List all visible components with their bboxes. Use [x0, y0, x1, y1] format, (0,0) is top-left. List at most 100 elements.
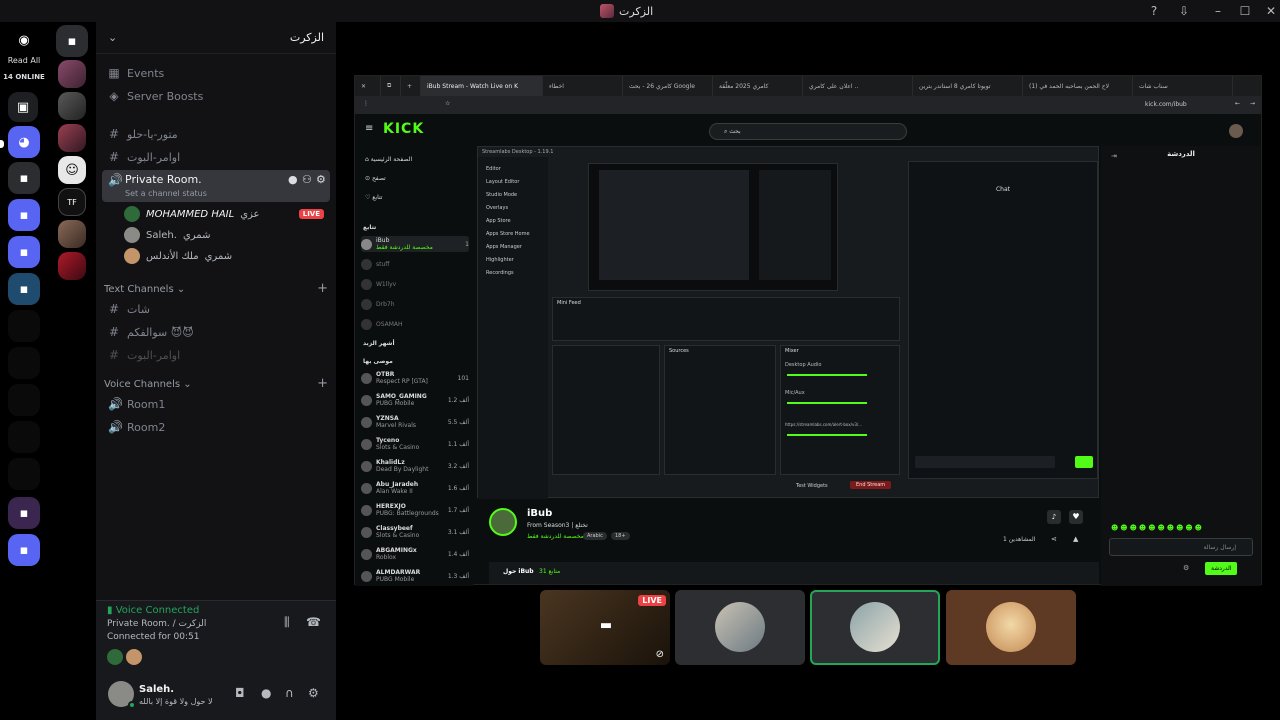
forward-icon[interactable]: → [1250, 100, 1255, 107]
heart-icon[interactable]: ♥ [1069, 510, 1083, 524]
obs-menu-item[interactable]: Overlays [486, 202, 546, 215]
obs-menu-item[interactable]: Recordings [486, 267, 546, 280]
chat-icon[interactable]: ● [288, 173, 298, 186]
hamburger-icon[interactable]: ≡ [365, 123, 373, 134]
bell-icon[interactable]: ♪ [1047, 510, 1061, 524]
featured-channel[interactable]: Tyceno Slots & Casino 1.1 ألف [361, 436, 469, 452]
screen-share-view[interactable]: ✕ ⧉ + iBub Stream - Watch Live on K اخطا… [354, 75, 1262, 586]
browser-tab[interactable]: تويوتا كامري 8 استاندر بترين [913, 76, 1023, 96]
kick-nav-browse[interactable]: ⊙ تصفح [365, 175, 465, 182]
server-folder-top[interactable]: ▪ [56, 25, 88, 57]
obs-chat-send-button[interactable] [1075, 456, 1093, 468]
server-avatar-3[interactable] [58, 124, 86, 152]
followed-channel[interactable]: stuff [361, 256, 469, 272]
collapse-chat-icon[interactable]: ⇥ [1111, 152, 1117, 160]
channel-status-placeholder[interactable]: Set a channel status [125, 189, 207, 198]
obs-menu-item[interactable]: Layout Editor [486, 176, 546, 189]
url-field[interactable]: kick.com/ibub [1145, 101, 1187, 108]
followed-channel[interactable]: W1llyv [361, 276, 469, 292]
featured-channel[interactable]: YZNSA Marvel Rivals 5.5 ألف [361, 414, 469, 430]
featured-channel[interactable]: Abu_Jaradeh Alan Wake II 1.6 ألف [361, 480, 469, 496]
invite-icon[interactable]: ⚇ [302, 173, 312, 186]
text-channels-category[interactable]: Text Channels ⌄ + [104, 282, 328, 295]
end-stream-button[interactable]: End Stream [850, 481, 892, 489]
back-icon[interactable]: ← [1235, 100, 1240, 107]
user-settings-icon[interactable]: ⚙ [308, 686, 319, 700]
headphones-icon[interactable]: ∩ [285, 686, 294, 700]
disconnect-icon[interactable]: ☎ [306, 615, 321, 629]
streamer-avatar[interactable] [489, 508, 517, 536]
followed-channel[interactable]: iBub مخصصة للدردشة فقط 1 [361, 236, 469, 252]
close-icon[interactable]: ✕ [1263, 3, 1279, 19]
obs-chat-input[interactable] [915, 456, 1055, 468]
server-avatar-2[interactable] [58, 92, 86, 120]
channel-item[interactable]: # اوامر-البوت [102, 146, 330, 168]
participant-tile[interactable] [946, 590, 1076, 665]
server-avatar-4[interactable]: ☺ [58, 156, 86, 184]
server-11[interactable]: ▪ [8, 534, 40, 566]
voice-channel-item[interactable]: 🔊 Room2 [102, 416, 330, 438]
settings-icon[interactable]: ⚙ [316, 173, 326, 186]
browser-tab[interactable]: كامري 2025 معلّقة [713, 76, 803, 96]
read-all-link[interactable]: Read All [0, 56, 48, 65]
voice-user[interactable]: Saleh. شمري [124, 225, 210, 245]
server-6[interactable] [8, 347, 40, 379]
tab-active[interactable]: iBub Stream - Watch Live on K [421, 76, 543, 96]
server-folder-4[interactable]: ▪ [8, 273, 40, 305]
kick-logo[interactable]: KICK [383, 121, 424, 137]
server-9[interactable] [8, 458, 40, 490]
chat-send-button[interactable]: الدردشة [1205, 562, 1238, 575]
emote-row[interactable]: ☻☻☻☻☻☻☻☻☻☻ [1111, 524, 1253, 532]
browser-tab[interactable]: اعلان على كامري .. [803, 76, 913, 96]
featured-channel[interactable]: OTBR Respect RP [GTA] 101 [361, 370, 469, 386]
voice-location[interactable]: Private Room. / الزكرت [107, 619, 206, 629]
browser-tab[interactable]: اخطاء [543, 76, 623, 96]
server-7[interactable] [8, 384, 40, 416]
followed-channel[interactable]: OSAMAH [361, 316, 469, 332]
server-avatar-5[interactable]: TF [58, 188, 86, 216]
tab-close-icon[interactable]: ✕ [355, 76, 381, 96]
browser-tab[interactable]: سناب شات [1133, 76, 1233, 96]
voice-user[interactable]: ملك الأندلس شمري [124, 246, 232, 266]
participant-tile-live[interactable]: ▬ LIVE ⊘ [540, 590, 670, 665]
featured-channel[interactable]: KhalidLz Dead By Daylight 3.2 ألف [361, 458, 469, 474]
boosts-item[interactable]: ◈ Server Boosts [102, 85, 330, 107]
streamer-name[interactable]: iBub [527, 508, 552, 519]
server-8[interactable] [8, 421, 40, 453]
participant-tile-speaking[interactable] [810, 590, 940, 665]
server-avatar-1[interactable] [58, 60, 86, 88]
server-5[interactable] [8, 310, 40, 342]
chat-settings-icon[interactable]: ⚙ [1183, 564, 1189, 572]
obs-menu-item[interactable]: Apps Manager [486, 241, 546, 254]
obs-menu-item[interactable]: Editor [486, 163, 546, 176]
featured-channel[interactable]: SAMO_GAMING PUBG Mobile 1.2 ألف [361, 392, 469, 408]
followed-channel[interactable]: Drb7h [361, 296, 469, 312]
kick-nav-home[interactable]: ⌂ الصفحة الرئيسية [365, 156, 465, 163]
noise-suppression-icon[interactable]: ⫼ [284, 615, 290, 630]
featured-channel[interactable]: ABGAMINGx Roblox 1.4 ألف [361, 546, 469, 562]
new-tab-icon[interactable]: + [401, 76, 421, 96]
add-channel-icon[interactable]: + [317, 377, 328, 390]
discord-home-icon[interactable]: ◉ [8, 24, 40, 56]
gamepad-icon[interactable]: ◘ [235, 686, 245, 700]
download-icon[interactable]: ⇩ [1176, 3, 1192, 19]
mixer-slider[interactable] [787, 374, 867, 376]
voice-channel-item[interactable]: 🔊 Room1 [102, 393, 330, 415]
chat-input[interactable]: إرسال رسالة [1109, 538, 1253, 556]
private-room-channel[interactable]: 🔊 Private Room. Set a channel status ● ⚇… [102, 170, 330, 202]
obs-menu-item[interactable]: Apps Store Home [486, 228, 546, 241]
guild-header[interactable]: الزكرت ⌄ [96, 22, 336, 54]
report-icon[interactable]: ▲ [1073, 535, 1078, 543]
mixer-slider[interactable] [787, 402, 867, 404]
browser-tab[interactable]: (1) لاح الحمن بصاحبه الحمد في [1023, 76, 1133, 96]
minimize-icon[interactable]: – [1210, 3, 1226, 19]
featured-channel[interactable]: Classybeef Slots & Casino 3.1 ألف [361, 524, 469, 540]
channel-item[interactable]: # اوامر-البوت [102, 344, 330, 366]
browser-tab[interactable]: كامري 26 - بحث Google [623, 76, 713, 96]
microphone-icon[interactable]: ● [261, 686, 271, 700]
star-icon[interactable]: ☆ [445, 100, 450, 107]
test-widgets-label[interactable]: Test Widgets [796, 483, 828, 489]
mixer-slider[interactable] [787, 434, 867, 436]
chevron-down-icon[interactable]: ⌄ [108, 31, 117, 44]
stream-tag[interactable]: Arabic [583, 532, 607, 540]
